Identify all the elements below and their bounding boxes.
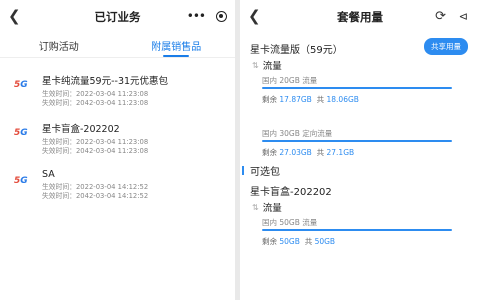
tab-attached-products[interactable]: 附属销售品 (118, 34, 236, 57)
nav-bar: ❮ 已订业务 ••• (0, 0, 235, 34)
quota-name: 国内 30GB 定向流量 (262, 129, 333, 138)
total-value: 50GB (314, 237, 336, 246)
total-label: 共 (316, 95, 325, 104)
optional-section-title: 可选包 (250, 166, 280, 178)
product-name: 星卡纯流量59元--31元优惠包 (42, 76, 169, 87)
effective-time: 生效时间：2022-03-04 14:12:52 (42, 183, 149, 191)
flow-label: 流量 (262, 61, 282, 72)
5g-logo-icon: 5G (14, 128, 28, 138)
quota-numbers: 剩余 27.03GB 共 27.1GB (262, 147, 452, 158)
quota-item: 国内 20GB 流量 剩余 17.87GB 共 18.06GB (262, 75, 452, 105)
quota-progress-bar (262, 229, 452, 231)
quota-progress-bar (262, 140, 452, 142)
flow-header: ⇅ 流量 (240, 196, 480, 215)
product-item[interactable]: 5G 星卡纯流量59元--31元优惠包 生效时间：2022-03-04 11:2… (0, 66, 235, 114)
tab-activities[interactable]: 订购活动 (0, 34, 118, 57)
subscribed-services-screen: ❮ 已订业务 ••• 订购活动 附属销售品 5G 星卡纯流量59元--31元优惠… (0, 0, 235, 300)
quota-progress-bar (262, 87, 452, 89)
flow-header: ⇅ 流量 (240, 54, 480, 73)
quota-item: 国内 50GB 流量 剩余 50GB 共 50GB (262, 217, 452, 247)
effective-time: 生效时间：2022-03-04 11:23:08 (42, 90, 149, 98)
optional-section-header: 可选包 (240, 158, 480, 178)
product-item[interactable]: 5G 星卡盲盒-202202 生效时间：2022-03-04 11:23:08 … (0, 114, 235, 162)
expire-time: 失效时间：2042-03-04 11:23:08 (42, 99, 149, 107)
data-arrows-icon: ⇅ (252, 202, 259, 212)
remain-value: 17.87GB (279, 95, 312, 104)
refresh-icon[interactable]: ⟳ (435, 9, 446, 24)
quota-name: 国内 50GB 流量 (262, 218, 318, 227)
remain-label: 剩余 (262, 95, 277, 104)
tab-bar: 订购活动 附属销售品 (0, 34, 235, 58)
quota-numbers: 剩余 17.87GB 共 18.06GB (262, 94, 452, 105)
5g-logo-icon: 5G (14, 176, 28, 186)
quota-numbers: 剩余 50GB 共 50GB (262, 236, 452, 247)
expire-time: 失效时间：2042-03-04 11:23:08 (42, 147, 149, 155)
total-value: 18.06GB (326, 95, 359, 104)
product-name: 星卡盲盒-202202 (42, 124, 120, 135)
quota-name: 国内 20GB 流量 (262, 76, 318, 85)
remain-label: 剩余 (262, 148, 277, 157)
remain-label: 剩余 (262, 237, 277, 246)
share-usage-button[interactable]: 共享用量 (424, 38, 468, 55)
page-title: 已订业务 (94, 10, 141, 24)
more-icon[interactable]: ••• (187, 9, 206, 23)
back-icon[interactable]: ❮ (248, 7, 261, 25)
data-arrows-icon: ⇅ (252, 60, 259, 70)
remain-value: 50GB (279, 237, 300, 246)
back-icon[interactable]: ❮ (8, 7, 21, 25)
nav-bar: ❮ 套餐用量 ⟳ ⊲ (240, 0, 480, 34)
page-title: 套餐用量 (337, 10, 383, 24)
total-label: 共 (304, 237, 313, 246)
expire-time: 失效时间：2042-03-04 14:12:52 (42, 192, 149, 200)
optional-package-name: 星卡盲盒-202202 (250, 187, 332, 198)
product-name: SA (42, 169, 55, 180)
total-value: 27.1GB (326, 148, 355, 157)
effective-time: 生效时间：2022-03-04 11:23:08 (42, 138, 149, 146)
remain-value: 27.03GB (279, 148, 312, 157)
5g-logo-icon: 5G (14, 80, 28, 90)
share-icon[interactable]: ⊲ (459, 10, 468, 23)
package-usage-screen: ❮ 套餐用量 ⟳ ⊲ 星卡流量版（59元） 共享用量 ⇅ 流量 国内 20GB … (240, 0, 480, 300)
quota-item: 国内 30GB 定向流量 剩余 27.03GB 共 27.1GB (262, 128, 452, 158)
total-label: 共 (316, 148, 325, 157)
flow-label: 流量 (262, 203, 282, 214)
section-marker (242, 165, 244, 175)
product-item[interactable]: 5G SA 生效时间：2022-03-04 14:12:52 失效时间：2042… (0, 162, 235, 210)
target-icon[interactable] (216, 11, 227, 22)
